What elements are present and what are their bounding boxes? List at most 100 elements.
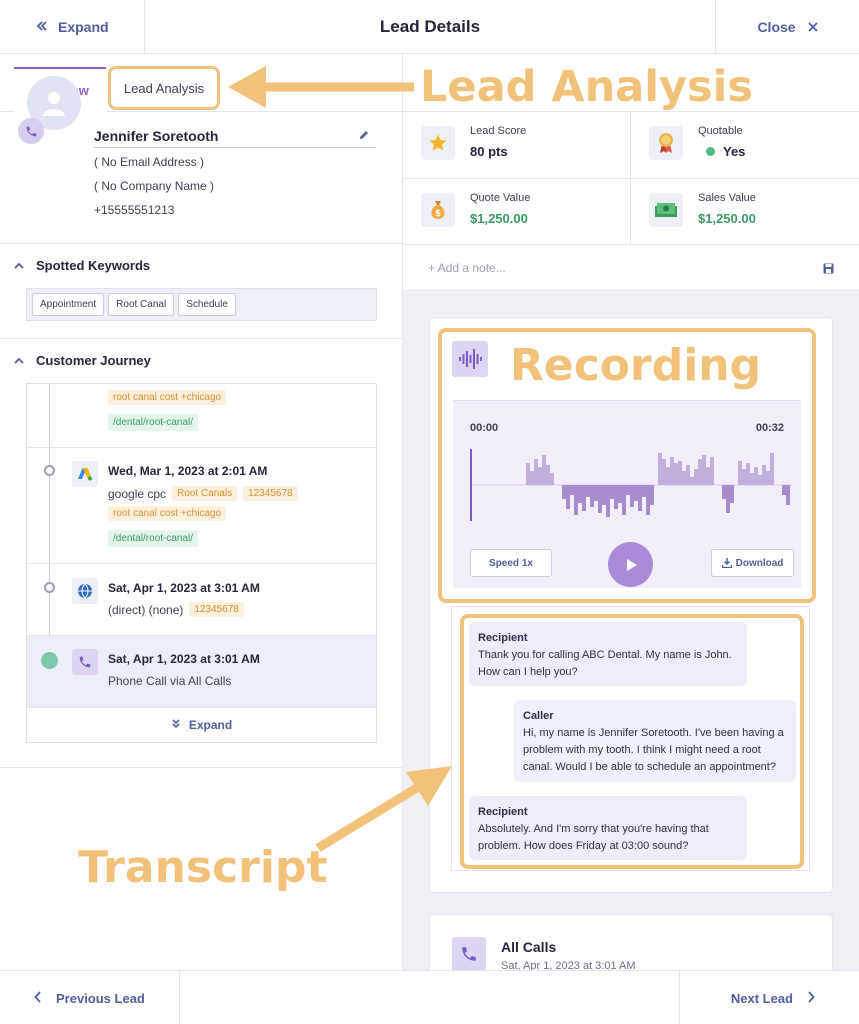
award-ribbon-icon — [649, 126, 683, 160]
campaign-tag: Root Canals — [172, 486, 238, 501]
path-tag: /dental/root-canal/ — [108, 530, 199, 547]
download-button[interactable]: Download — [711, 549, 794, 577]
contact-name[interactable]: Jennifer Soretooth — [94, 128, 376, 148]
annotation-lead-analysis: Lead Analysis — [420, 62, 753, 112]
contact-phone: +15555551213 — [94, 203, 175, 217]
transcript-highlight: Recipient Thank you for calling ABC Dent… — [460, 614, 804, 869]
speaker-label: Recipient — [478, 806, 528, 818]
close-icon — [807, 19, 818, 35]
contact-email: ( No Email Address ) — [94, 155, 205, 169]
stat-value: $1,250.00 — [698, 211, 756, 226]
stat-lead-score: Lead Score 80 pts — [403, 112, 630, 178]
timeline-dot-active — [41, 652, 58, 669]
journey-source: google cpc — [108, 486, 167, 501]
recording-card: 00:00 00:32 Speed 1x Download Recipient … — [429, 317, 833, 893]
keywords-list: Appointment Root Canal Schedule — [26, 288, 377, 321]
audio-wave-icon — [452, 341, 488, 377]
keywords-section-toggle[interactable]: Spotted Keywords — [14, 258, 150, 273]
play-icon — [626, 558, 637, 571]
tab-lead-analysis[interactable]: Lead Analysis — [108, 66, 220, 110]
keyword-chip[interactable]: Schedule — [178, 293, 236, 316]
page-title: Lead Details — [379, 16, 481, 36]
keyword-chip[interactable]: Appointment — [32, 293, 105, 316]
right-panel: Lead Score 80 pts Quotable Yes $ Quote V… — [403, 112, 859, 970]
stats-grid: Lead Score 80 pts Quotable Yes $ Quote V… — [403, 112, 859, 245]
journey-source-line: (direct) (none) 12345678 — [108, 602, 244, 617]
stat-quote-value: $ Quote Value $1,250.00 — [403, 179, 630, 245]
phone-badge-icon — [18, 118, 44, 144]
keyword-tag: root canal cost +chicago — [108, 506, 227, 521]
status-dot-icon — [706, 147, 715, 156]
stat-value: 80 pts — [470, 144, 508, 159]
play-button[interactable] — [608, 542, 653, 587]
download-label: Download — [735, 557, 784, 569]
contact-name-text: Jennifer Soretooth — [94, 128, 219, 144]
transcript-message: Recipient Thank you for calling ABC Dent… — [469, 622, 747, 686]
journey-item-active[interactable]: Sat, Apr 1, 2023 at 3:01 AM Phone Call v… — [27, 636, 376, 708]
stat-label: Quotable — [698, 125, 743, 137]
journey-date: Wed, Mar 1, 2023 at 2:01 AM — [108, 464, 268, 478]
annotation-recording: Recording — [510, 340, 762, 391]
time-end: 00:32 — [755, 422, 784, 434]
id-tag: 12345678 — [189, 602, 244, 617]
header: Expand Lead Details Close — [0, 0, 859, 54]
divider — [0, 243, 403, 244]
journey-source: Phone Call via All Calls — [108, 674, 232, 688]
speed-button[interactable]: Speed 1x — [470, 549, 552, 577]
money-bag-icon: $ — [421, 193, 455, 227]
stat-quotable: Quotable Yes — [631, 112, 858, 178]
phone-icon — [452, 937, 486, 970]
stat-value: $1,250.00 — [470, 211, 528, 226]
waveform[interactable] — [470, 449, 792, 521]
journey-item: Sat, Apr 1, 2023 at 3:01 AM (direct) (no… — [27, 564, 376, 636]
stat-label: Quote Value — [470, 192, 531, 204]
timeline-dot — [44, 465, 55, 476]
journey-expand-button[interactable]: Expand — [27, 707, 376, 742]
call-card[interactable]: All Calls Sat, Apr 1, 2023 at 3:01 AM — [429, 914, 833, 970]
journey-expand-label: Expand — [188, 718, 233, 732]
chevron-right-icon — [807, 990, 815, 1006]
stat-sales-value: Sales Value $1,250.00 — [631, 179, 858, 245]
keywords-title: Spotted Keywords — [36, 258, 151, 273]
cash-stack-icon — [649, 193, 683, 227]
previous-lead-label: Previous Lead — [56, 990, 145, 1006]
phone-icon — [72, 649, 98, 675]
close-button[interactable]: Close — [715, 0, 859, 54]
speaker-label: Caller — [523, 710, 554, 722]
note-bar: + Add a note... — [403, 245, 859, 291]
journey-item: Wed, Mar 1, 2023 at 2:01 AM google cpc R… — [27, 448, 376, 564]
transcript-message: Recipient Absolutely. And I'm sorry that… — [469, 796, 747, 860]
next-lead-button[interactable]: Next Lead — [679, 971, 859, 1024]
add-note-input[interactable]: + Add a note... — [428, 261, 506, 275]
keyword-chip[interactable]: Root Canal — [108, 293, 175, 316]
save-icon[interactable] — [823, 261, 834, 279]
stat-value: Yes — [723, 144, 746, 159]
journey-timeline: root canal cost +chicago /dental/root-ca… — [26, 383, 377, 743]
journey-item: root canal cost +chicago /dental/root-ca… — [27, 384, 376, 448]
divider — [0, 338, 403, 339]
direct-traffic-icon — [72, 578, 98, 604]
keyword-tag: root canal cost +chicago — [108, 390, 227, 405]
previous-lead-button[interactable]: Previous Lead — [0, 971, 180, 1024]
journey-source-line: google cpc Root Canals 12345678 — [108, 486, 298, 501]
journey-section-toggle[interactable]: Customer Journey — [14, 353, 151, 368]
pencil-icon[interactable] — [358, 128, 370, 144]
google-ads-icon — [72, 461, 98, 487]
expand-label: Expand — [58, 19, 109, 35]
chevron-up-icon — [14, 353, 24, 368]
speaker-label: Recipient — [478, 632, 528, 644]
footer: Previous Lead Next Lead — [0, 970, 859, 1024]
message-text: Absolutely. And I'm sorry that you're ha… — [478, 823, 709, 852]
expand-button[interactable]: Expand — [0, 0, 145, 54]
chevron-left-icon — [34, 990, 42, 1006]
message-text: Hi, my name is Jennifer Soretooth. I've … — [523, 727, 784, 773]
timeline-dot — [44, 582, 55, 593]
close-label: Close — [757, 19, 796, 35]
message-text: Thank you for calling ABC Dental. My nam… — [478, 649, 732, 678]
stat-value-wrap: Yes — [706, 144, 746, 159]
journey-title: Customer Journey — [36, 353, 151, 368]
double-chevron-down-icon — [171, 718, 181, 732]
star-icon — [421, 126, 455, 160]
divider — [0, 767, 403, 768]
chevron-up-icon — [14, 258, 24, 273]
